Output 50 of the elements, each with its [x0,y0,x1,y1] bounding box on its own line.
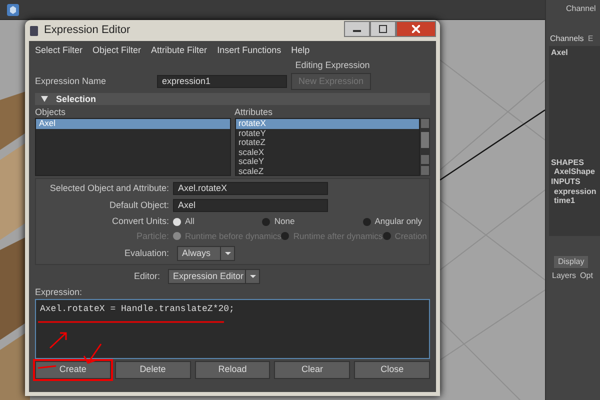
menu-item[interactable]: Opt [580,270,593,280]
action-button[interactable]: Create [35,360,111,379]
column-header: Attributes [234,107,274,118]
field-label: Expression: [35,286,84,299]
section-header: SHAPES [551,158,585,168]
action-button[interactable]: Delete [114,360,191,379]
window-title: Expression Editor [44,24,130,38]
list-item[interactable]: rotateY [236,128,419,138]
dropdown-value: Expression Editor [173,270,245,282]
field-label: Convert Units: [110,216,169,227]
list-item[interactable]: scaleZ [236,166,419,176]
menu-item[interactable]: Help [291,45,310,56]
radio-label: Angular only [374,216,422,227]
field-label: Default Object: [108,200,169,212]
name-field[interactable]: expression1 [157,74,287,88]
menu-item[interactable]: Layers [552,270,576,280]
menu-item[interactable]: Insert Functions [217,45,282,56]
editor-dropdown[interactable]: Expression Editor [168,268,260,284]
section-header: INPUTS [551,176,582,187]
evaluation-dropdown[interactable]: Always [177,246,235,261]
list-item[interactable]: time1 [551,196,598,206]
field-label: Editor: [132,270,160,282]
list-item[interactable]: scaleY [236,157,419,167]
radio-label: All [185,216,194,227]
list-item[interactable]: scaleX [236,148,419,158]
section-heading: Editing Expression [295,60,370,70]
column-header: Objects [35,107,67,118]
tab[interactable]: Display [554,256,588,268]
list-item[interactable]: rotateZ [236,138,419,148]
action-button[interactable]: Close [354,360,430,379]
action-button[interactable]: Reload [194,360,270,379]
object-name: Axel [551,48,569,58]
tab[interactable]: E [588,34,594,44]
menu-item[interactable]: Select Filter [35,45,83,56]
expression-field[interactable]: Axel.rotateX = Handle.translateZ*20; [35,298,430,359]
section-header[interactable]: Selection [35,92,430,106]
field-label: Expression Name [35,76,108,86]
list-item[interactable]: AxelShape [551,167,598,177]
list-item[interactable]: expression [551,186,598,196]
text-field[interactable]: Axel.rotateX [173,182,328,196]
action-button[interactable]: Clear [274,360,350,379]
dropdown-value: Always [182,248,212,259]
field-label: Selected Object and Attribute: [48,183,169,194]
panel-title: Channel [565,3,597,14]
tab[interactable]: Channels [550,34,584,44]
text-field[interactable]: Axel [173,199,328,212]
menu-item[interactable]: Object Filter [92,45,142,56]
radio-label: None [274,216,295,227]
menu-item[interactable]: Attribute Filter [151,45,208,56]
field-label: Evaluation: [123,248,169,259]
